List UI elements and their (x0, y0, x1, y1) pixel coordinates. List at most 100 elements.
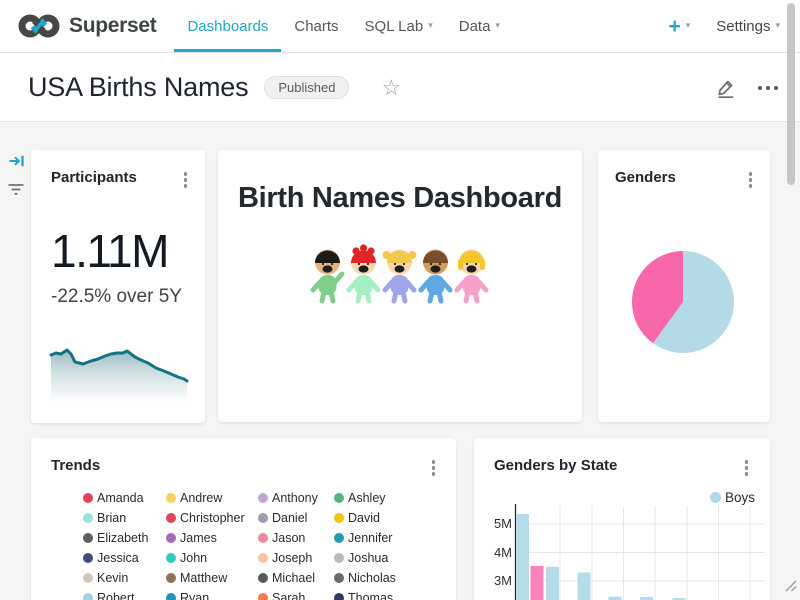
chart-title: Participants (51, 169, 137, 186)
chevron-down-icon: ▾ (686, 20, 691, 31)
legend-item-david[interactable]: David (334, 511, 450, 525)
superset-logo-icon (18, 12, 60, 40)
legend-item-brian[interactable]: Brian (83, 511, 166, 525)
legend-label: Kevin (97, 571, 128, 585)
page-title: USA Births Names (28, 72, 248, 103)
legend-label: Elizabeth (97, 531, 148, 545)
legend-bullet (166, 593, 176, 600)
bar-boys[interactable] (578, 572, 591, 600)
legend-item-jason[interactable]: Jason (258, 531, 334, 545)
superset-logo[interactable]: Superset (0, 0, 166, 52)
nav-item-dashboards[interactable]: Dashboards (174, 0, 281, 52)
legend-label: Nicholas (348, 571, 396, 585)
chevron-down-icon: ▾ (428, 20, 433, 31)
card-genders: Genders (598, 150, 770, 422)
nav-item-sql-lab[interactable]: SQL Lab ▾ (352, 0, 446, 52)
legend-bullet (166, 513, 176, 523)
genders-pie-chart (631, 250, 735, 354)
card-menu-button[interactable] (182, 170, 190, 190)
resize-handle[interactable] (780, 575, 798, 598)
legend-item-joseph[interactable]: Joseph (258, 551, 334, 565)
more-options-button[interactable] (758, 86, 778, 90)
legend-item-michael[interactable]: Michael (258, 571, 334, 585)
legend-item-robert[interactable]: Robert (83, 591, 166, 600)
legend-bullet (83, 573, 93, 583)
bar-boys[interactable] (516, 514, 529, 600)
legend-bullet (334, 513, 344, 523)
favorite-star-icon[interactable]: ☆ (381, 77, 401, 99)
legend-item-nicholas[interactable]: Nicholas (334, 571, 450, 585)
legend-label: Jessica (97, 551, 139, 565)
legend-bullet (83, 553, 93, 563)
legend-bullet (334, 553, 344, 563)
legend-item-ryan[interactable]: Ryan (166, 591, 258, 600)
legend-bullet (83, 513, 93, 523)
legend-bullet (258, 493, 268, 503)
legend-bullet (83, 593, 93, 600)
big-number-value: 1.11M (51, 228, 168, 274)
card-markdown-header: Birth Names Dashboard (218, 150, 582, 422)
legend-item-kevin[interactable]: Kevin (83, 571, 166, 585)
edit-dashboard-button[interactable] (714, 76, 738, 100)
legend-item-thomas[interactable]: Thomas (334, 591, 450, 600)
legend-label: Brian (97, 511, 126, 525)
chart-title: Trends (51, 457, 100, 474)
expand-filter-bar-button[interactable] (8, 152, 26, 175)
nav-item-label: Data (459, 18, 491, 35)
card-menu-button[interactable] (430, 458, 438, 478)
legend-bullet (83, 533, 93, 543)
nav-item-data[interactable]: Data▾ (446, 0, 513, 52)
legend-label: Michael (272, 571, 315, 585)
legend-item-ashley[interactable]: Ashley (334, 491, 450, 505)
legend-item-christopher[interactable]: Christopher (166, 511, 258, 525)
legend-item-elizabeth[interactable]: Elizabeth (83, 531, 166, 545)
nav-item-label: SQL Lab (365, 18, 424, 35)
legend-item-amanda[interactable]: Amanda (83, 491, 166, 505)
bar-girls[interactable] (531, 566, 544, 600)
legend-label: Thomas (348, 591, 393, 600)
main-nav: Dashboards Charts SQL Lab ▾ Data▾ (174, 0, 512, 52)
legend-label: Ashley (348, 491, 386, 505)
trends-legend: Amanda Andrew Anthony Ashley Brian Christophe… (83, 488, 450, 600)
nav-item-label: Dashboards (187, 18, 268, 35)
legend-item-andrew[interactable]: Andrew (166, 491, 258, 505)
legend-item-sarah[interactable]: Sarah (258, 591, 334, 600)
legend-item-jennifer[interactable]: Jennifer (334, 531, 450, 545)
legend-label: John (180, 551, 207, 565)
legend-label: Amanda (97, 491, 144, 505)
card-menu-button[interactable] (747, 170, 755, 190)
status-badge[interactable]: Published (264, 76, 349, 99)
card-menu-button[interactable] (743, 458, 751, 478)
filter-list-button[interactable] (6, 180, 26, 203)
settings-menu[interactable]: Settings ▾ (716, 18, 780, 35)
legend-label: Sarah (272, 591, 305, 600)
children-illustration (310, 242, 490, 304)
legend-item-john[interactable]: John (166, 551, 258, 565)
legend-bullet (334, 493, 344, 503)
chevron-down-icon: ▾ (775, 20, 780, 31)
nav-item-label: Charts (294, 18, 338, 35)
big-number-delta: -22.5% over 5Y (51, 286, 182, 308)
resize-grip-icon (780, 575, 798, 593)
legend-label: Anthony (272, 491, 318, 505)
legend-label: Jason (272, 531, 305, 545)
dashboard-header: USA Births Names Published ☆ (0, 54, 800, 122)
legend-item-matthew[interactable]: Matthew (166, 571, 258, 585)
legend-item-joshua[interactable]: Joshua (334, 551, 450, 565)
arrow-to-bar-icon (8, 152, 26, 170)
nav-item-charts[interactable]: Charts (281, 0, 351, 52)
legend-label: Joshua (348, 551, 388, 565)
legend-label: Jennifer (348, 531, 392, 545)
legend-item-anthony[interactable]: Anthony (258, 491, 334, 505)
new-item-dropdown[interactable]: + ▾ (668, 16, 690, 37)
legend-item-daniel[interactable]: Daniel (258, 511, 334, 525)
bar-boys[interactable] (546, 567, 559, 600)
legend-bullet (166, 573, 176, 583)
legend-bullet (83, 493, 93, 503)
legend-item-jessica[interactable]: Jessica (83, 551, 166, 565)
legend-item-james[interactable]: James (166, 531, 258, 545)
child-figure (349, 244, 378, 301)
pencil-icon (714, 76, 738, 100)
filter-lines-icon (6, 180, 26, 198)
vertical-scrollbar[interactable] (787, 3, 795, 185)
